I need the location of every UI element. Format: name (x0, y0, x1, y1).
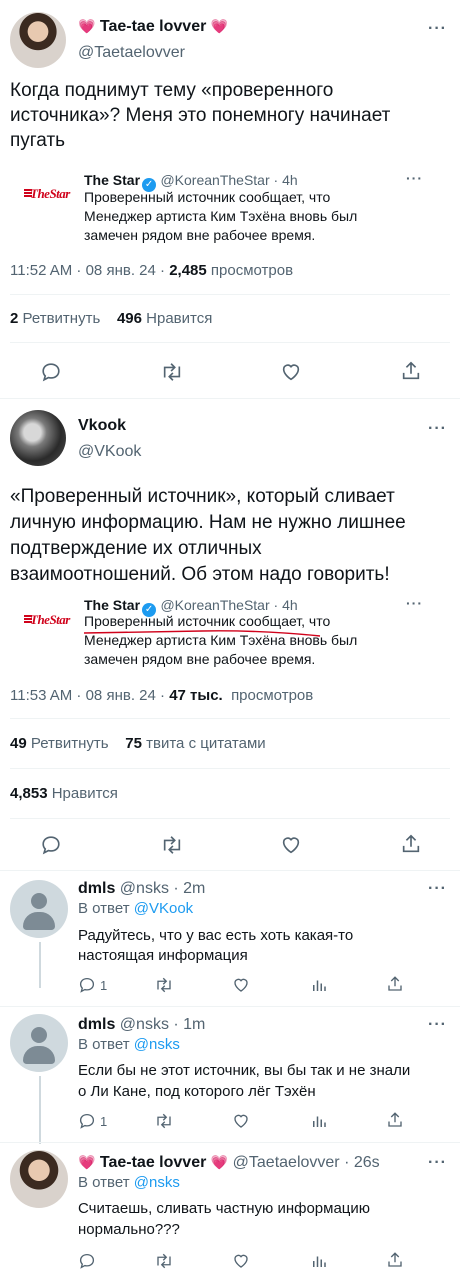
author-name[interactable]: dmls (78, 880, 115, 897)
likes-stat[interactable]: 496 Нравится (117, 310, 212, 327)
author-name[interactable]: Tae-tae lovver (100, 18, 206, 35)
avatar[interactable] (10, 1150, 68, 1208)
engagement-stats: 49 Ретвитнуть 75 твита с цитатами (10, 735, 266, 752)
thread-line (39, 1076, 41, 1144)
analytics-icon[interactable] (310, 976, 328, 994)
retweet-icon[interactable] (154, 1112, 174, 1130)
author-name[interactable]: dmls (78, 1016, 115, 1033)
divider (0, 1006, 460, 1007)
engagement-stats: 2 Ретвитнуть 496 Нравится (10, 310, 212, 327)
share-icon[interactable] (386, 1251, 404, 1269)
like-icon[interactable] (280, 834, 302, 856)
reply-to: В ответ @nsks (78, 1174, 180, 1191)
default-avatar-icon[interactable] (10, 880, 68, 938)
more-icon[interactable]: ··· (406, 595, 423, 611)
author-handle[interactable]: @VKook (78, 443, 141, 461)
reply-to: В ответ @VKook (78, 900, 194, 917)
retweets-stat[interactable]: 2 Ретвитнуть (10, 310, 100, 327)
author-handle[interactable]: @Taetaelovver (78, 44, 185, 62)
divider (0, 398, 460, 399)
author-handle-time[interactable]: @Taetaelovver · 26s (233, 1154, 380, 1171)
more-icon[interactable]: ··· (428, 1154, 447, 1172)
reply-icon[interactable] (40, 834, 62, 856)
underline-annotation (83, 630, 321, 637)
reply-icon[interactable] (78, 1252, 96, 1270)
reply-text: Радуйтесь, что у вас есть хоть какая-то … (78, 927, 354, 964)
views-count: 2,485 (169, 262, 207, 279)
likes-stat[interactable]: 4,853 Нравится (10, 785, 118, 802)
author-handle-time[interactable]: @nsks · 2m (120, 880, 206, 897)
more-icon[interactable]: ··· (406, 170, 423, 186)
heart-emoji: 💗 (78, 18, 96, 34)
author-name[interactable]: Vkook (78, 417, 126, 435)
reply-to-link[interactable]: @nsks (134, 1174, 180, 1191)
reply-icon[interactable] (78, 1112, 96, 1130)
reply-to: В ответ @nsks (78, 1036, 180, 1053)
thestar-logo: TheStar (24, 186, 70, 201)
retweets-stat[interactable]: 49 Ретвитнуть (10, 735, 109, 752)
views-count: 47 тыс. (169, 687, 223, 704)
more-icon[interactable]: ··· (428, 420, 447, 438)
like-icon[interactable] (232, 1252, 250, 1270)
quote-text: Проверенный источник сообщает, что Менед… (84, 189, 358, 243)
quote-text: Проверенный источник сообщает, что Менед… (84, 613, 358, 667)
reply-text: Если бы не этот источник, вы бы так и не… (78, 1062, 411, 1100)
thestar-logo: TheStar (24, 612, 70, 627)
divider (10, 718, 450, 719)
tweet-text: Когда поднимут тему «проверенного источн… (10, 80, 391, 151)
retweet-icon[interactable] (154, 1252, 174, 1270)
divider (0, 870, 460, 871)
share-icon[interactable] (400, 360, 422, 382)
author-name[interactable]: Tae-tae lovver (100, 1154, 206, 1171)
thread-line (39, 942, 41, 988)
like-icon[interactable] (232, 976, 250, 994)
divider (0, 1142, 460, 1143)
more-icon[interactable]: ··· (428, 880, 447, 898)
quote-handle-time: @KoreanTheStar · 4h (160, 172, 298, 188)
tweet-meta: 11:53 AM · 08 янв. 24 · 47 тыс. просмотр… (10, 687, 313, 704)
reply-to-link[interactable]: @nsks (134, 1036, 180, 1053)
share-icon[interactable] (400, 833, 422, 855)
like-icon[interactable] (232, 1112, 250, 1130)
reply-count: 1 (100, 1114, 108, 1129)
share-icon[interactable] (386, 975, 404, 993)
views-label: просмотров (231, 687, 314, 704)
analytics-icon[interactable] (310, 1252, 328, 1270)
author-line: 💗 Tae-tae lovver 💗 (78, 18, 228, 36)
like-icon[interactable] (280, 361, 302, 383)
quote-author-name: The Star (84, 597, 141, 613)
reply-icon[interactable] (40, 361, 62, 383)
divider (10, 342, 450, 343)
analytics-icon[interactable] (310, 1112, 328, 1130)
heart-emoji: 💗 (78, 1154, 96, 1170)
timestamp[interactable]: 11:53 AM · 08 янв. 24 · (10, 687, 165, 704)
avatar[interactable] (10, 12, 66, 68)
reply-count: 1 (100, 978, 108, 993)
quotes-stat[interactable]: 75 твита с цитатами (125, 735, 265, 752)
tweet-meta: 11:52 AM · 08 янв. 24 · 2,485 просмотров (10, 262, 293, 279)
quote-author-name: The Star (84, 172, 141, 188)
divider (10, 294, 450, 295)
default-avatar-icon[interactable] (10, 1014, 68, 1072)
heart-emoji: 💗 (210, 18, 229, 34)
timestamp[interactable]: 11:52 AM · 08 янв. 24 · (10, 262, 165, 279)
tweet-text: «Проверенный источник», который сливает … (10, 486, 406, 585)
retweet-icon[interactable] (160, 361, 184, 383)
heart-emoji: 💗 (210, 1154, 229, 1170)
reply-text: Считаешь, сливать частную информацию нор… (78, 1200, 371, 1238)
divider (10, 818, 450, 819)
avatar[interactable] (10, 410, 66, 466)
more-icon[interactable]: ··· (428, 1016, 447, 1034)
views-label: просмотров (210, 262, 294, 279)
reply-to-link[interactable]: @VKook (134, 900, 193, 917)
reply-icon[interactable] (78, 976, 96, 994)
author-handle-time[interactable]: @nsks · 1m (120, 1016, 206, 1033)
retweet-icon[interactable] (154, 976, 174, 994)
share-icon[interactable] (386, 1111, 404, 1129)
more-icon[interactable]: ··· (428, 20, 447, 38)
quote-handle-time: @KoreanTheStar · 4h (160, 597, 298, 613)
retweet-icon[interactable] (160, 834, 184, 856)
divider (10, 768, 450, 769)
